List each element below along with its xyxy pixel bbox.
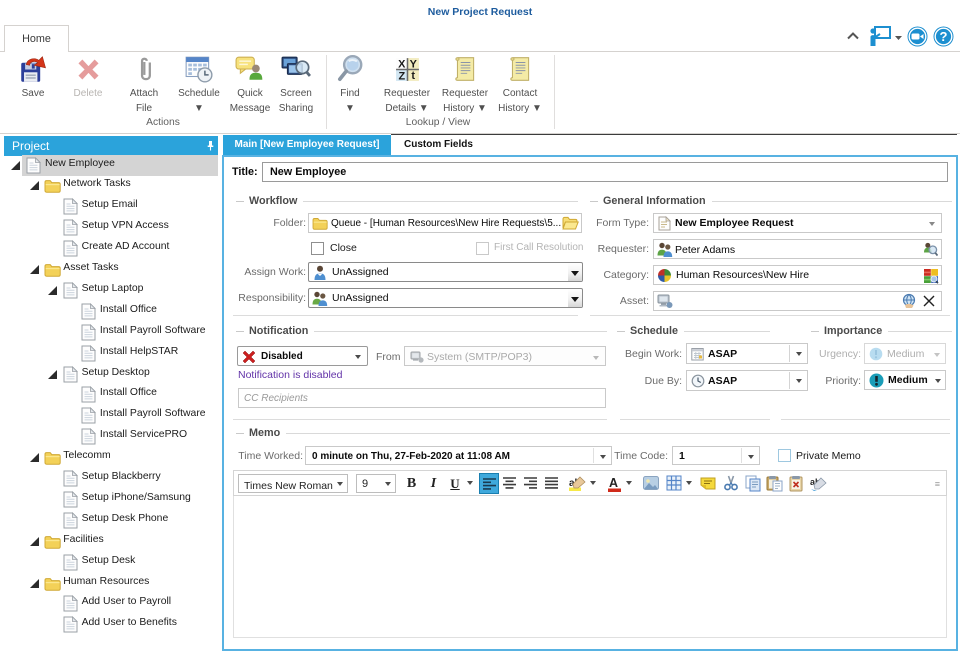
svg-text:t: t [411,69,415,81]
svg-text:Y: Y [409,58,417,70]
svg-text:?: ? [940,29,948,44]
svg-text:A: A [609,476,618,490]
svg-text:Z: Z [398,70,405,82]
svg-text:X: X [398,58,406,70]
